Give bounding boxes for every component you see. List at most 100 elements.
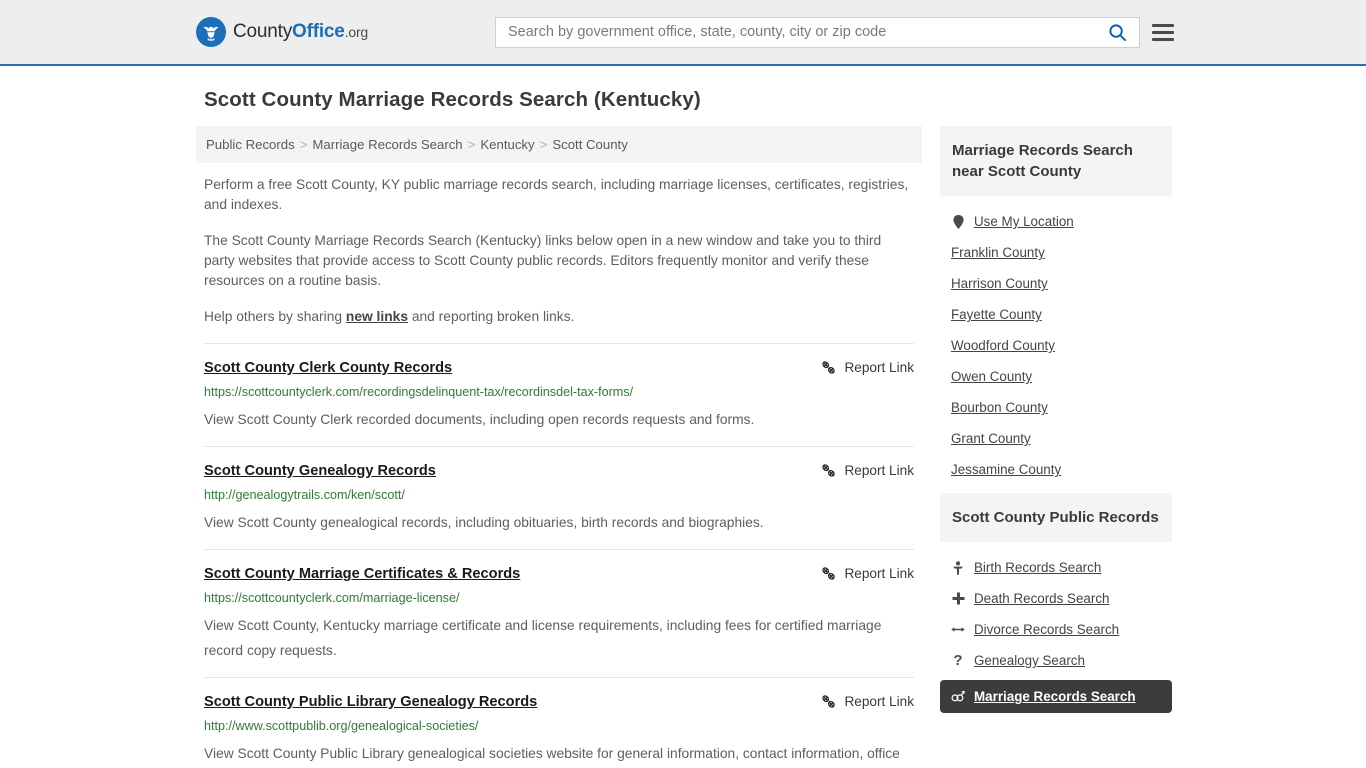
sidebar-item-label: Genealogy Search [974, 653, 1085, 668]
sidebar-item-label: Woodford County [951, 338, 1055, 353]
result-url: https://scottcountyclerk.com/marriage-li… [204, 591, 460, 605]
report-link-button[interactable]: Report Link [821, 565, 914, 581]
main-column: Public Records > Marriage Records Search > K… [196, 126, 922, 768]
report-link-button[interactable]: Report Link [821, 359, 914, 375]
result-header: Scott County Public Library Genealogy Re… [204, 693, 914, 711]
sidebar-item-harrison-county[interactable]: Harrison County [940, 268, 1172, 299]
result-header: Scott County Marriage Certificates & Rec… [204, 565, 914, 583]
result-title-link[interactable]: Scott County Public Library Genealogy Re… [204, 693, 537, 711]
page-title: Scott County Marriage Records Search (Ke… [204, 88, 701, 111]
breadcrumb-separator: > [467, 137, 476, 152]
hamburger-menu-icon[interactable] [1152, 23, 1174, 41]
page-body: Scott County Marriage Records Search (Ke… [0, 88, 1366, 768]
result-description: View Scott County, Kentucky marriage cer… [204, 618, 882, 658]
logo-text-org: .org [344, 24, 369, 40]
result-url: http://www.scottpublib.org/genealogical-… [204, 719, 479, 733]
baby-icon [951, 560, 965, 575]
report-link-label: Report Link [844, 463, 914, 478]
sidebar-item-label: Death Records Search [974, 591, 1110, 606]
result-title-link[interactable]: Scott County Clerk County Records [204, 359, 452, 377]
sidebar-item-label: Marriage Records Search [974, 689, 1136, 704]
result-url: http://genealogytrails.com/ken/scott/ [204, 488, 405, 502]
cross-icon [951, 592, 965, 605]
sidebar-public-records-list: Birth Records Search Death Records Searc… [940, 542, 1172, 717]
breadcrumb-item-marriage-records-search[interactable]: Marriage Records Search [312, 137, 462, 152]
report-link-label: Report Link [844, 694, 914, 709]
intro-paragraph-3: Help others by sharing new links and rep… [204, 307, 914, 327]
report-link-label: Report Link [844, 360, 914, 375]
sidebar-item-label: Grant County [951, 431, 1031, 446]
sidebar-item-marriage-records-search[interactable]: Marriage Records Search [940, 680, 1172, 713]
sidebar-item-birth-records-search[interactable]: Birth Records Search [940, 552, 1172, 583]
sidebar-item-label: Use My Location [974, 214, 1074, 229]
sidebar-item-death-records-search[interactable]: Death Records Search [940, 583, 1172, 614]
sidebar-item-bourbon-county[interactable]: Bourbon County [940, 392, 1172, 423]
breadcrumb-item-kentucky[interactable]: Kentucky [480, 137, 534, 152]
share-text-before: Help others by sharing [204, 309, 346, 324]
sidebar-item-divorce-records-search[interactable]: Divorce Records Search [940, 614, 1172, 645]
breadcrumb-item-public-records[interactable]: Public Records [206, 137, 295, 152]
map-pin-icon [951, 214, 965, 229]
sidebar-item-woodford-county[interactable]: Woodford County [940, 330, 1172, 361]
site-header: CountyOffice.org [0, 0, 1366, 66]
result-description: View Scott County genealogical records, … [204, 515, 764, 530]
new-links-link[interactable]: new links [346, 309, 408, 324]
sidebar-panel-public-records: Scott County Public Records Birth Record… [940, 493, 1172, 717]
logo-text-county: County [233, 21, 293, 42]
sidebar-item-label: Birth Records Search [974, 560, 1102, 575]
breadcrumb: Public Records > Marriage Records Search > K… [196, 126, 922, 163]
sidebar-item-fayette-county[interactable]: Fayette County [940, 299, 1172, 330]
report-link-button[interactable]: Report Link [821, 693, 914, 709]
intro-text: Perform a free Scott County, KY public m… [196, 175, 922, 327]
sidebar-panel-nearby-heading: Marriage Records Search near Scott Count… [940, 126, 1172, 196]
left-right-arrow-icon [951, 624, 965, 635]
sidebar-item-label: Fayette County [951, 307, 1042, 322]
report-link-button[interactable]: Report Link [821, 462, 914, 478]
sidebar-item-label: Bourbon County [951, 400, 1048, 415]
site-logo[interactable]: CountyOffice.org [196, 17, 368, 47]
breadcrumb-separator: > [299, 137, 308, 152]
hamburger-bar [1152, 23, 1174, 27]
broken-link-icon [822, 567, 836, 580]
search-bar[interactable] [495, 16, 1140, 48]
broken-link-icon [822, 464, 836, 477]
result-description: View Scott County Public Library genealo… [204, 746, 900, 761]
report-link-label: Report Link [844, 566, 914, 581]
search-button[interactable] [1102, 23, 1139, 42]
intro-paragraph-1: Perform a free Scott County, KY public m… [204, 177, 909, 212]
sidebar-item-franklin-county[interactable]: Franklin County [940, 237, 1172, 268]
sidebar-item-label: Harrison County [951, 276, 1048, 291]
breadcrumb-item-scott-county[interactable]: Scott County [552, 137, 628, 152]
sidebar-item-jessamine-county[interactable]: Jessamine County [940, 454, 1172, 485]
search-icon [1109, 23, 1127, 41]
result-header: Scott County Genealogy Records Report Li… [204, 462, 914, 480]
question-mark-icon: ? [953, 652, 963, 669]
breadcrumb-separator: > [539, 137, 548, 152]
results-list: Scott County Clerk County Records Report… [196, 343, 922, 768]
sidebar-item-owen-county[interactable]: Owen County [940, 361, 1172, 392]
result-item: Scott County Public Library Genealogy Re… [204, 677, 914, 768]
logo-text: CountyOffice.org [233, 21, 368, 43]
hamburger-bar [1152, 37, 1174, 41]
sidebar: Marriage Records Search near Scott Count… [940, 126, 1172, 721]
result-title-link[interactable]: Scott County Genealogy Records [204, 462, 436, 480]
sidebar-item-label: Franklin County [951, 245, 1045, 260]
result-url: https://scottcountyclerk.com/recordingsd… [204, 385, 634, 399]
interlocked-gender-icon [951, 690, 965, 703]
sidebar-item-use-my-location[interactable]: Use My Location [940, 206, 1172, 237]
sidebar-item-grant-county[interactable]: Grant County [940, 423, 1172, 454]
logo-text-office: Office [292, 21, 345, 42]
eagle-shield-logo-icon [196, 17, 226, 47]
content-row: Public Records > Marriage Records Search > K… [0, 126, 1366, 768]
hamburger-bar [1152, 30, 1174, 34]
share-text-after: and reporting broken links. [408, 309, 575, 324]
result-description: View Scott County Clerk recorded documen… [204, 412, 755, 427]
sidebar-item-genealogy-search[interactable]: ? Genealogy Search [940, 645, 1172, 676]
result-item: Scott County Clerk County Records Report… [204, 343, 914, 446]
sidebar-item-label: Divorce Records Search [974, 622, 1120, 637]
result-item: Scott County Marriage Certificates & Rec… [204, 549, 914, 677]
search-input[interactable] [496, 17, 1102, 47]
broken-link-icon [822, 695, 836, 708]
result-title-link[interactable]: Scott County Marriage Certificates & Rec… [204, 565, 520, 583]
sidebar-panel-nearby: Marriage Records Search near Scott Count… [940, 126, 1172, 489]
